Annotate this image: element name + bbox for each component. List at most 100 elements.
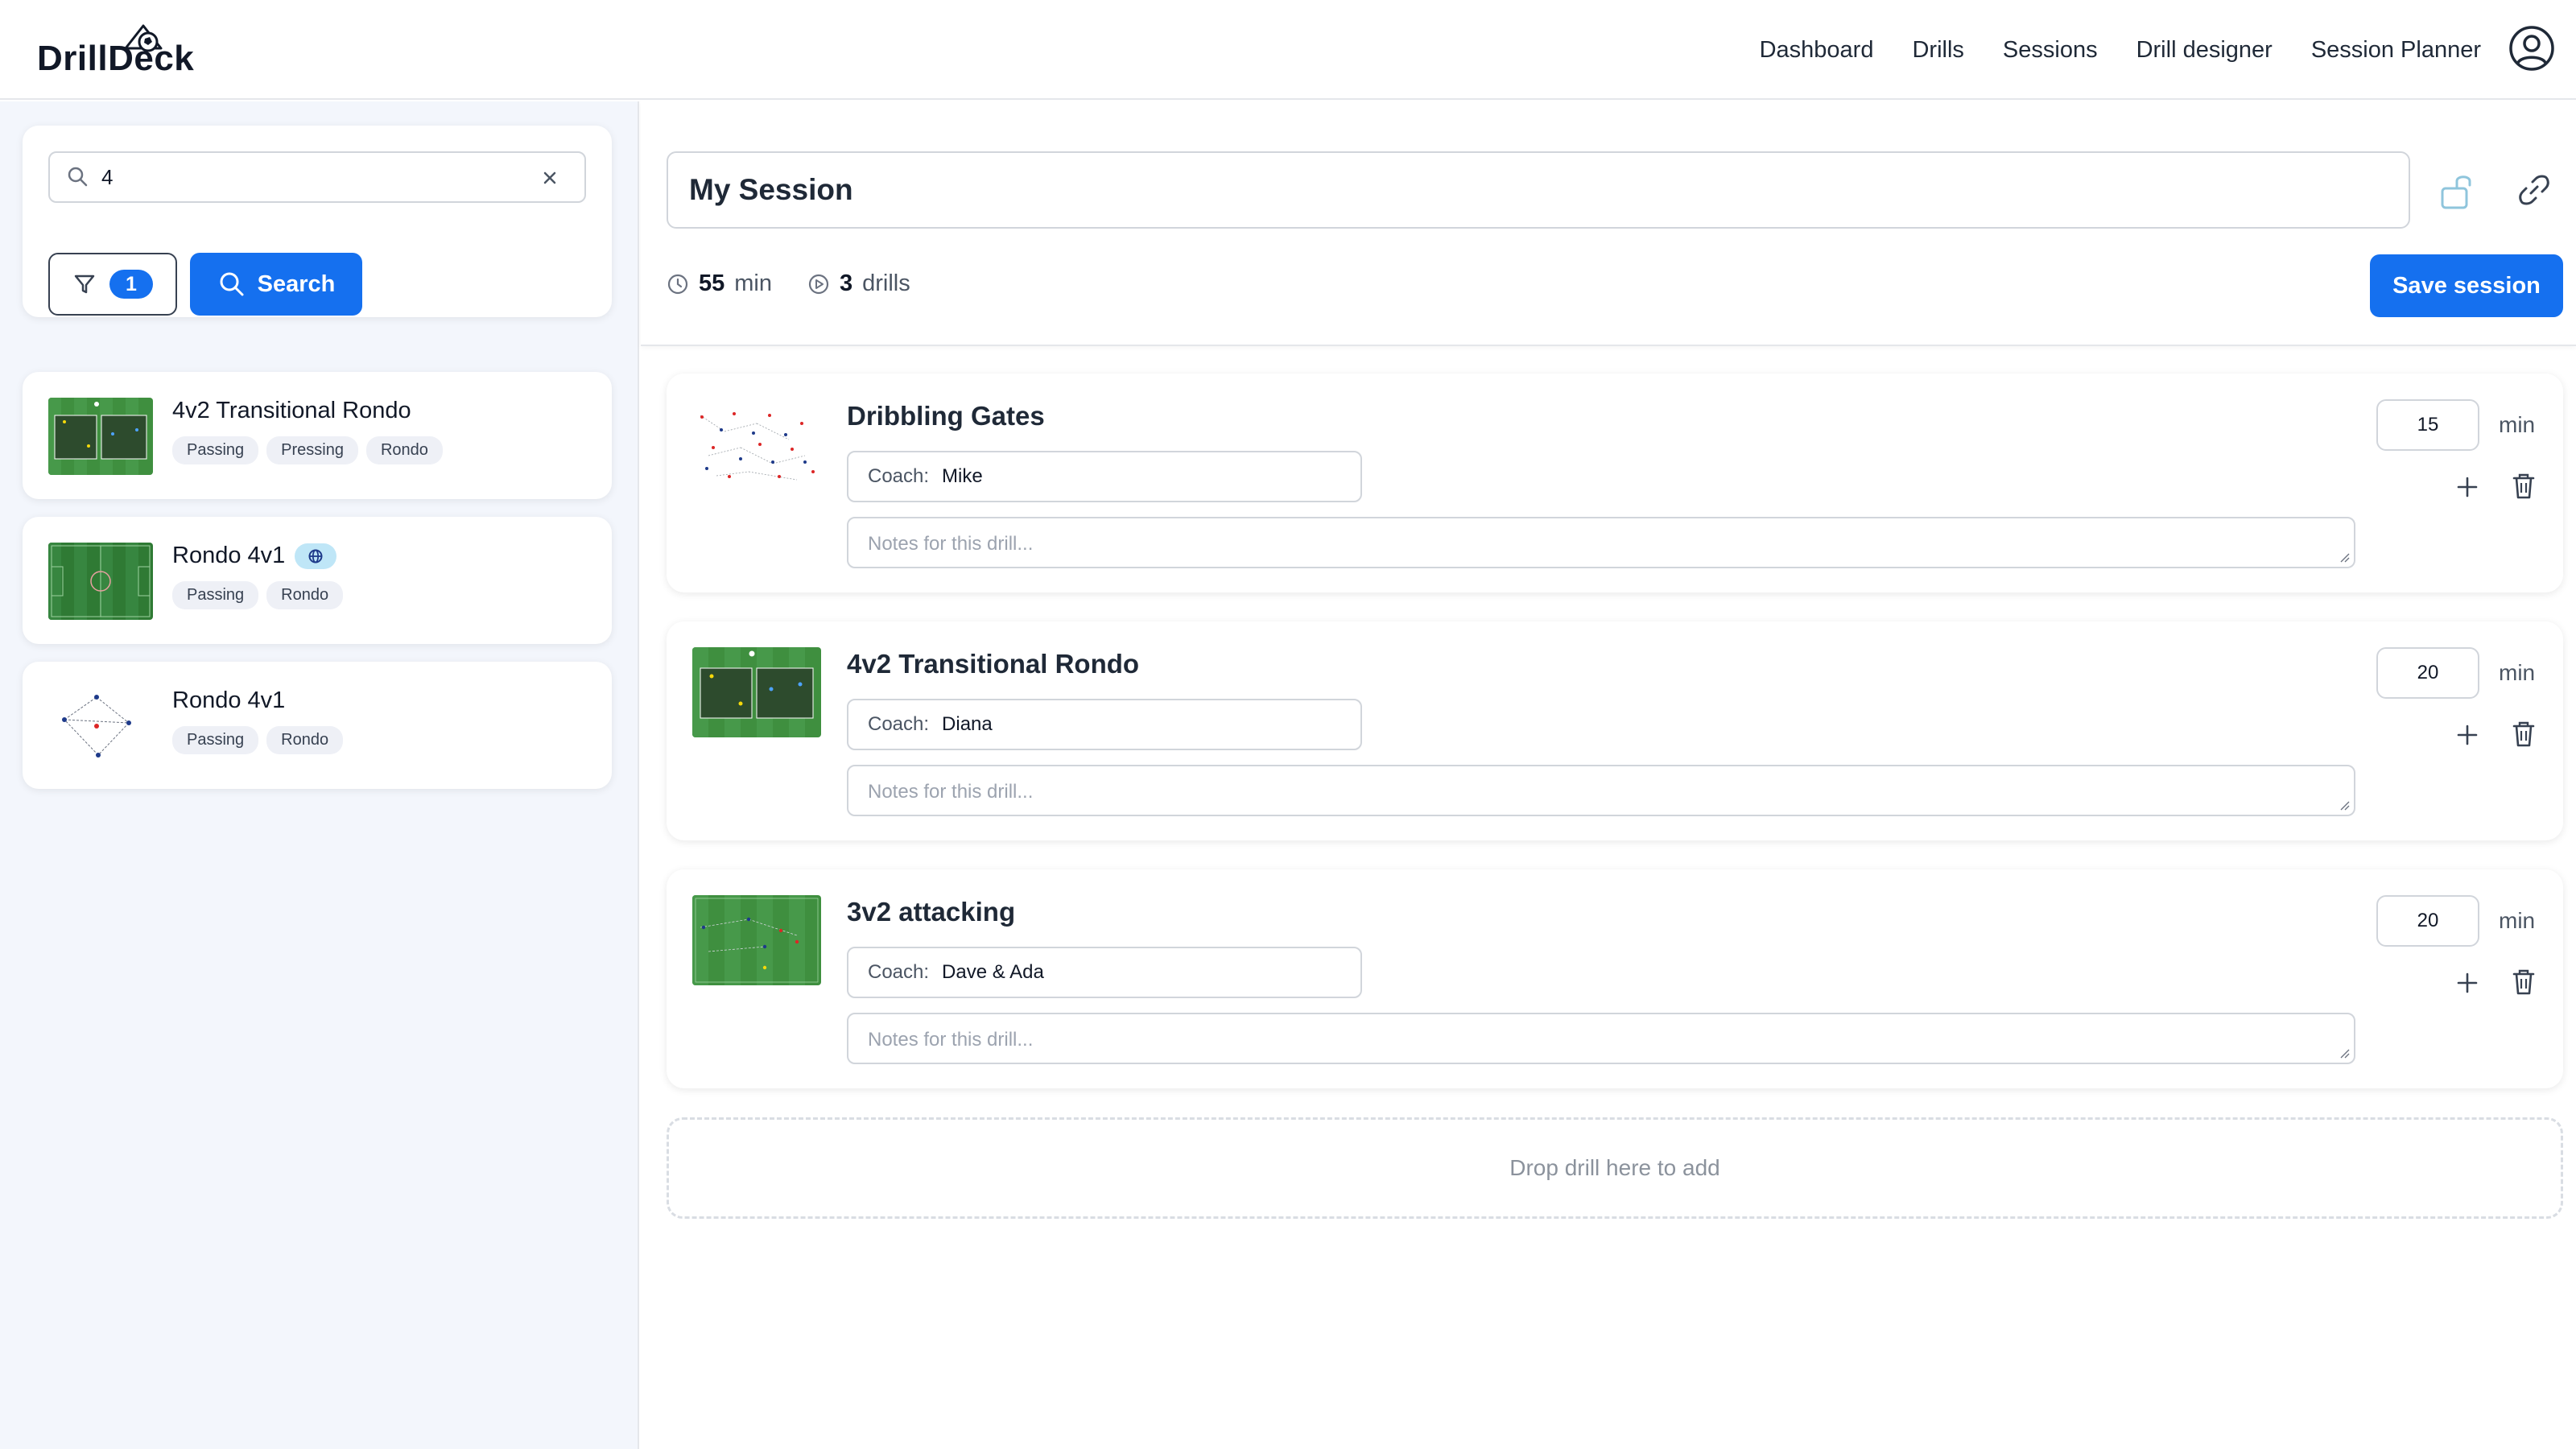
unlock-icon[interactable] bbox=[2438, 171, 2478, 211]
globe-icon bbox=[308, 549, 323, 563]
tag-rondo: Rondo bbox=[266, 726, 344, 754]
session-header-panel: 55 min 3 drills Save session bbox=[641, 101, 2576, 346]
search-icon bbox=[220, 272, 244, 296]
filter-button[interactable]: 1 bbox=[48, 253, 177, 316]
drill-tags: Passing Rondo bbox=[172, 726, 344, 754]
app-name: DrillDeck bbox=[37, 39, 195, 78]
drill-thumbnail bbox=[692, 647, 821, 737]
drill-notes-textarea[interactable]: Notes for this drill... bbox=[847, 517, 2355, 568]
drill-notes-textarea[interactable]: Notes for this drill... bbox=[847, 765, 2355, 816]
session-drill-card[interactable]: 3v2 attacking Coach: Dave & Ada Notes fo… bbox=[667, 869, 2563, 1088]
tag-pressing: Pressing bbox=[266, 436, 358, 464]
drill-minutes-input[interactable]: 20 bbox=[2376, 647, 2479, 699]
drill-tags: Passing Rondo bbox=[172, 581, 344, 609]
drill-minutes-unit: min bbox=[2499, 412, 2536, 437]
drill-count: 3 drills bbox=[807, 270, 910, 297]
shared-badge bbox=[295, 543, 337, 569]
session-drill-card[interactable]: Dribbling Gates Coach: Mike Notes for th… bbox=[667, 374, 2563, 592]
drill-thumbnail bbox=[692, 399, 821, 489]
coach-value: Dave & Ada bbox=[942, 961, 1044, 983]
resize-handle-icon[interactable] bbox=[2339, 552, 2351, 564]
tag-passing: Passing bbox=[172, 581, 259, 609]
trash-icon[interactable] bbox=[2510, 720, 2537, 749]
tag-rondo: Rondo bbox=[365, 436, 443, 464]
search-input[interactable] bbox=[101, 164, 504, 190]
user-circle-icon[interactable] bbox=[2508, 25, 2555, 72]
session-drill-title: 4v2 Transitional Rondo bbox=[847, 649, 1140, 679]
plus-icon[interactable] bbox=[2454, 721, 2481, 749]
drill-title-text: 4v2 Transitional Rondo bbox=[172, 398, 411, 423]
search-panel: 1 Search bbox=[23, 126, 612, 317]
link-icon[interactable] bbox=[2516, 172, 2552, 208]
drill-minutes-input[interactable]: 20 bbox=[2376, 895, 2479, 947]
drill-minutes-unit: min bbox=[2499, 660, 2536, 685]
session-stats: 55 min 3 drills bbox=[667, 270, 910, 297]
session-drill-card[interactable]: 4v2 Transitional Rondo Coach: Diana Note… bbox=[667, 621, 2563, 840]
nav-dashboard[interactable]: Dashboard bbox=[1760, 37, 1874, 64]
play-circle-icon bbox=[808, 274, 829, 294]
close-icon[interactable] bbox=[539, 167, 560, 188]
nav-session-planner[interactable]: Session Planner bbox=[2311, 37, 2481, 64]
drill-thumbnail bbox=[48, 543, 153, 620]
trash-icon[interactable] bbox=[2510, 472, 2537, 501]
filter-icon bbox=[74, 275, 95, 294]
drill-minutes-unit: min bbox=[2499, 908, 2536, 933]
plus-icon[interactable] bbox=[2454, 473, 2481, 501]
library-drill-card[interactable]: Rondo 4v1 Passing Rondo bbox=[23, 662, 612, 789]
nav-drill-designer[interactable]: Drill designer bbox=[2136, 37, 2273, 64]
library-drill-card[interactable]: Rondo 4v1 Passing Rondo bbox=[23, 517, 612, 644]
session-name-field[interactable] bbox=[667, 151, 2410, 229]
save-session-button[interactable]: Save session bbox=[2370, 254, 2563, 317]
filter-count-badge: 1 bbox=[109, 270, 153, 299]
resize-handle-icon[interactable] bbox=[2339, 800, 2351, 811]
drill-title: Rondo 4v1 bbox=[172, 543, 337, 569]
coach-label: Coach: bbox=[868, 713, 930, 735]
drill-thumbnail bbox=[48, 687, 153, 765]
coach-field[interactable]: Coach: Mike bbox=[847, 451, 1362, 502]
coach-field[interactable]: Coach: Dave & Ada bbox=[847, 947, 1362, 998]
session-drill-title: 3v2 attacking bbox=[847, 897, 1016, 927]
drill-minutes-input[interactable]: 15 bbox=[2376, 399, 2479, 451]
search-icon bbox=[68, 167, 88, 187]
search-field[interactable] bbox=[48, 151, 586, 203]
total-duration: 55 min bbox=[667, 270, 772, 297]
drill-title-text: Rondo 4v1 bbox=[172, 543, 286, 568]
app-logo[interactable]: DrillDeck bbox=[37, 23, 194, 79]
total-minutes-unit: min bbox=[734, 270, 772, 296]
session-planner-main: 55 min 3 drills Save session bbox=[641, 101, 2576, 1449]
drill-title-text: Rondo 4v1 bbox=[172, 687, 286, 713]
search-button-label: Search bbox=[257, 270, 336, 297]
tag-passing: Passing bbox=[172, 436, 259, 464]
main-nav: Dashboard Drills Sessions Drill designer… bbox=[1760, 0, 2481, 100]
session-name-input[interactable] bbox=[689, 173, 2299, 207]
coach-field[interactable]: Coach: Diana bbox=[847, 699, 1362, 750]
drill-title: 4v2 Transitional Rondo bbox=[172, 398, 411, 424]
search-button[interactable]: Search bbox=[190, 253, 362, 316]
total-minutes: 55 bbox=[699, 270, 725, 296]
nav-drills[interactable]: Drills bbox=[1912, 37, 1963, 64]
coach-label: Coach: bbox=[868, 961, 930, 983]
nav-sessions[interactable]: Sessions bbox=[2003, 37, 2098, 64]
drill-thumbnail bbox=[692, 895, 821, 985]
plus-icon[interactable] bbox=[2454, 969, 2481, 997]
trash-icon[interactable] bbox=[2510, 968, 2537, 997]
coach-value: Diana bbox=[942, 713, 993, 735]
ball-cone-logo-icon bbox=[124, 24, 163, 52]
drill-drop-zone[interactable]: Drop drill here to add bbox=[667, 1117, 2563, 1219]
coach-value: Mike bbox=[942, 465, 983, 487]
drill-count-unit: drills bbox=[862, 270, 910, 296]
tag-passing: Passing bbox=[172, 726, 259, 754]
drill-count-value: 3 bbox=[840, 270, 853, 296]
drill-thumbnail bbox=[48, 398, 153, 475]
drill-tags: Passing Pressing Rondo bbox=[172, 436, 443, 464]
coach-label: Coach: bbox=[868, 465, 930, 487]
drill-notes-textarea[interactable]: Notes for this drill... bbox=[847, 1013, 2355, 1064]
top-header: DrillDeck Dashboard Drills Sessions Dril… bbox=[0, 0, 2576, 100]
library-drill-card[interactable]: 4v2 Transitional Rondo Passing Pressing … bbox=[23, 372, 612, 499]
clock-icon bbox=[667, 274, 688, 294]
tag-rondo: Rondo bbox=[266, 581, 344, 609]
drill-library-sidebar: 1 Search 4v2 Transitional Rondo Passing … bbox=[0, 101, 639, 1449]
session-drill-title: Dribbling Gates bbox=[847, 401, 1045, 431]
resize-handle-icon[interactable] bbox=[2339, 1048, 2351, 1059]
drill-title: Rondo 4v1 bbox=[172, 687, 285, 714]
